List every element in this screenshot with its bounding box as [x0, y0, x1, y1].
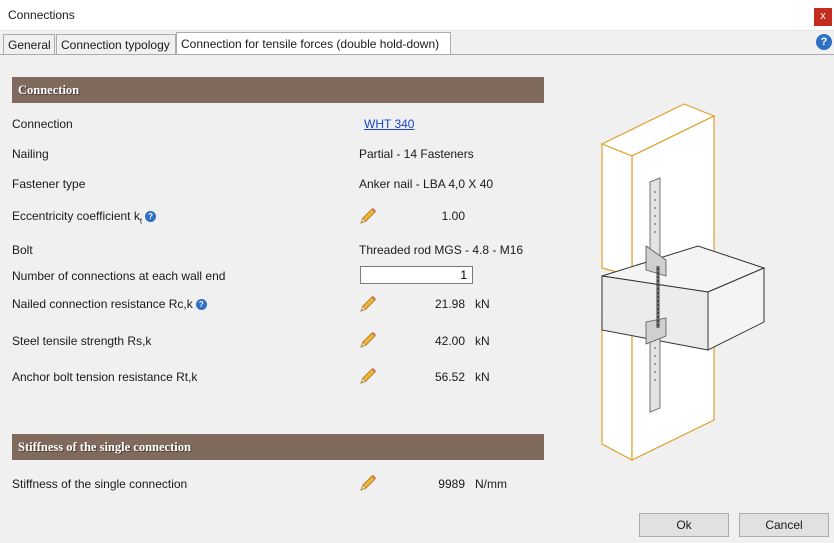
eccentricity-label: Eccentricity coefficient kt?: [12, 209, 157, 226]
close-button[interactable]: x: [814, 8, 832, 26]
bolt-value: Threaded rod MGS - 4.8 - M16: [359, 243, 524, 257]
stiffness-label: Stiffness of the single connection: [12, 477, 188, 491]
fastener-type-label: Fastener type: [12, 177, 86, 191]
tab-divider: [0, 54, 834, 55]
section-header-connection: Connection: [12, 77, 544, 103]
eccentricity-value: 1.00: [441, 209, 465, 223]
nailed-resistance-unit: kN: [475, 297, 490, 311]
cancel-button[interactable]: Cancel: [739, 513, 829, 537]
title-bar: Connections x: [0, 0, 834, 31]
stiffness-value: 9989: [438, 477, 465, 491]
num-connections-input[interactable]: [360, 266, 473, 284]
window-title: Connections: [8, 8, 75, 22]
steel-strength-label: Steel tensile strength Rs,k: [12, 334, 152, 348]
connection-label: Connection: [12, 117, 73, 131]
tab-connection-typology[interactable]: Connection typology: [56, 34, 176, 55]
steel-strength-value: 42.00: [434, 334, 465, 348]
connection-link[interactable]: WHT 340: [364, 117, 414, 131]
edit-pencil-icon[interactable]: [358, 294, 378, 314]
nailing-value: Partial - 14 Fasteners: [359, 147, 474, 161]
anchor-resistance-label: Anchor bolt tension resistance Rt,k: [12, 370, 198, 384]
num-connections-label: Number of connections at each wall end: [12, 269, 226, 283]
help-icon[interactable]: ?: [816, 34, 832, 50]
section-header-stiffness: Stiffness of the single connection: [12, 434, 544, 460]
edit-pencil-icon[interactable]: [358, 330, 378, 350]
tab-bar: General Connection typology Connection f…: [0, 31, 834, 55]
eccentricity-subscript: t: [139, 216, 143, 226]
info-icon[interactable]: ?: [195, 299, 207, 310]
tab-tensile-connection[interactable]: Connection for tensile forces (double ho…: [176, 32, 451, 55]
connection-illustration: [600, 103, 766, 461]
info-icon[interactable]: ?: [145, 211, 157, 222]
nailing-label: Nailing: [12, 147, 49, 161]
bolt-label: Bolt: [12, 243, 33, 257]
nailed-resistance-label-text: Nailed connection resistance Rc,k: [12, 297, 193, 311]
nailed-resistance-value: 21.98: [434, 297, 465, 311]
steel-strength-unit: kN: [475, 334, 490, 348]
eccentricity-label-text: Eccentricity coefficient k: [12, 209, 140, 223]
ok-button[interactable]: Ok: [639, 513, 729, 537]
anchor-resistance-value: 56.52: [434, 370, 465, 384]
anchor-resistance-unit: kN: [475, 370, 490, 384]
tab-general[interactable]: General: [3, 34, 55, 55]
edit-pencil-icon[interactable]: [358, 473, 378, 493]
fastener-type-value: Anker nail - LBA 4,0 X 40: [359, 177, 494, 191]
nailed-resistance-label: Nailed connection resistance Rc,k?: [12, 297, 207, 311]
stiffness-unit: N/mm: [475, 477, 507, 491]
edit-pencil-icon[interactable]: [358, 206, 378, 226]
edit-pencil-icon[interactable]: [358, 366, 378, 386]
